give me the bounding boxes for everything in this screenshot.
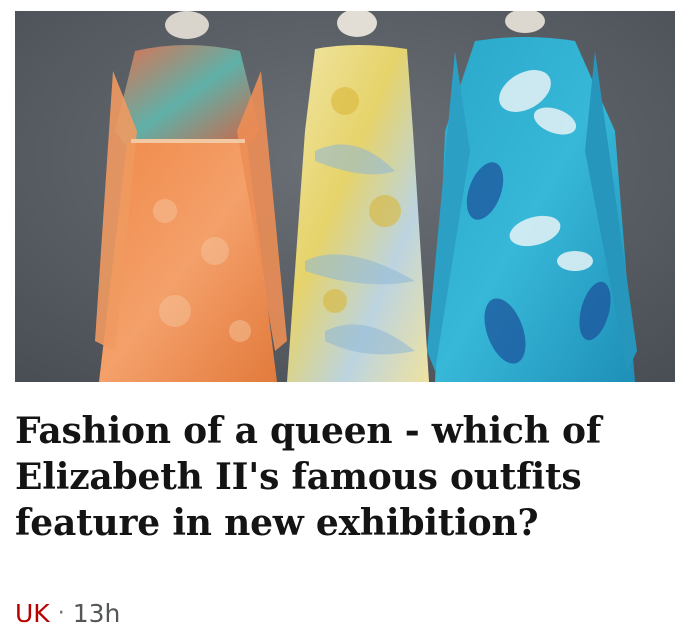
article-headline[interactable]: Fashion of a queen - which of Elizabeth … [15,408,655,546]
article-image[interactable] [15,11,675,382]
timestamp: 13h [72,599,121,628]
meta-separator: · [57,601,65,626]
topic-link[interactable]: UK [15,598,50,630]
article-meta: UK · 13h [15,598,120,630]
article-card[interactable]: Fashion of a queen - which of Elizabeth … [0,0,686,640]
dresses-photo [15,11,675,382]
